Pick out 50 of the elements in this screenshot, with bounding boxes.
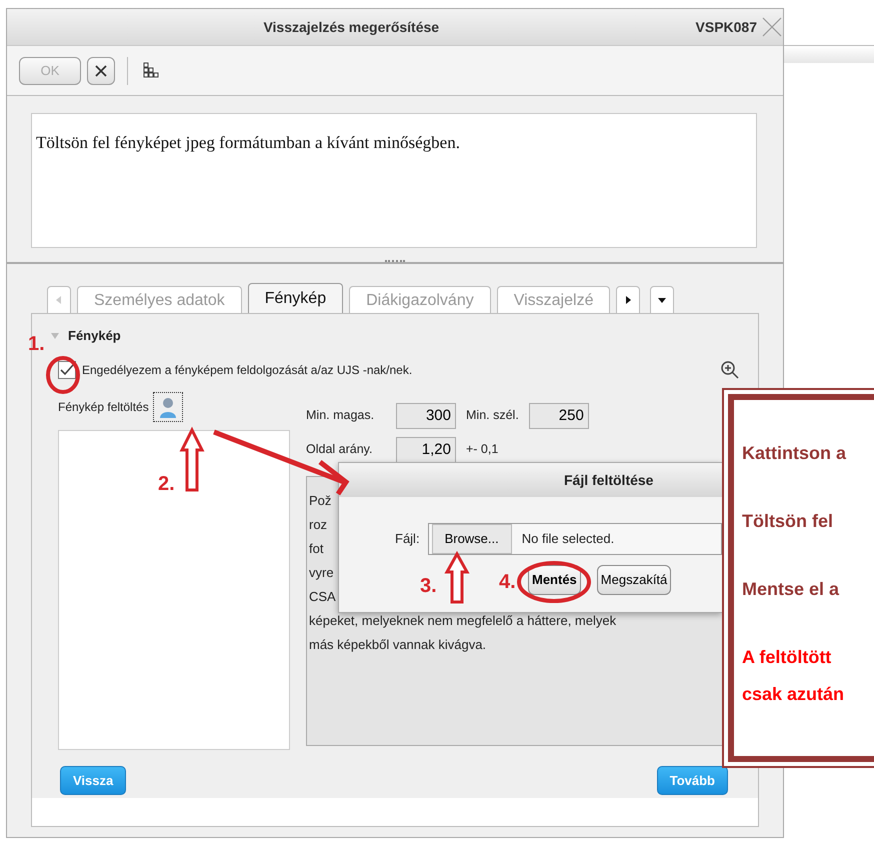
dropdown-button[interactable] [650, 286, 674, 314]
step-number: 1. [28, 334, 45, 354]
notes-line: vyre [309, 564, 334, 582]
caret-left-icon [55, 295, 63, 305]
tab[interactable]: Fénykép [248, 283, 344, 314]
close-icon [94, 64, 108, 78]
window-code: VSPK087 [696, 18, 757, 36]
upload-label: Fénykép feltöltés [58, 398, 149, 416]
tolerance-text: +- 0,1 [466, 441, 498, 458]
caret-right-icon [624, 295, 632, 305]
notes-line: Pož [309, 492, 332, 510]
up-arrow [180, 426, 204, 492]
browse-button[interactable]: Browse... [432, 524, 512, 554]
file-input[interactable]: Browse... No file selected. [428, 523, 722, 555]
save-button[interactable]: Mentés [528, 565, 581, 594]
step-number: 3. [420, 576, 437, 596]
up-arrow [444, 550, 470, 604]
field-label: Min. magas. [306, 407, 376, 424]
input-field[interactable]: 1,20 [396, 436, 456, 462]
cancel-button[interactable]: Megszakítá [596, 565, 672, 594]
caret-down-icon [656, 296, 667, 304]
dialog-title: Fájl feltöltése [339, 463, 722, 497]
notes-line: CSA [309, 588, 336, 606]
step-number: 2. [158, 474, 175, 494]
checkbox-label: Engedélyezem a fényképem feldolgozását a/az UJS -nak/nek. [82, 362, 414, 378]
highlight-circle [46, 356, 80, 394]
section-title: Fénykép [68, 327, 121, 345]
notes-line: képeket, melyeknek nem megfelelő a háttere, melyek [309, 612, 616, 630]
checkbox[interactable] [58, 360, 76, 378]
callout-text: Kattintson a [742, 442, 848, 464]
notes-line: más képekből vannak kivágva. [309, 636, 486, 654]
file-status: No file selected. [522, 530, 614, 548]
scroll-right-button[interactable] [616, 286, 640, 314]
input-field[interactable]: 300 [396, 402, 456, 428]
input-field[interactable]: 250 [528, 402, 589, 428]
callout-text: Töltsön fel [742, 510, 834, 532]
field-label: Min. szél. [466, 407, 519, 424]
callout-text: Mentse el a [742, 578, 840, 600]
close-button[interactable] [87, 56, 115, 84]
notes-line: fot [309, 540, 324, 558]
notes-line: roz [309, 516, 328, 534]
callout-text: csak azután [742, 683, 846, 705]
instruction-text: Töltsön fel fényképet jpeg formátumban a kívánt minőségben. [31, 113, 757, 248]
callout-text: A feltöltött [742, 646, 832, 668]
upload-button[interactable] [152, 392, 183, 422]
window-title: Visszajelzés megerősítése [262, 18, 440, 37]
field-label: Fájl: [395, 530, 420, 548]
step-number: 4. [499, 572, 516, 592]
field-label: Oldal arány. [306, 441, 374, 458]
zoom-icon[interactable] [720, 360, 740, 380]
